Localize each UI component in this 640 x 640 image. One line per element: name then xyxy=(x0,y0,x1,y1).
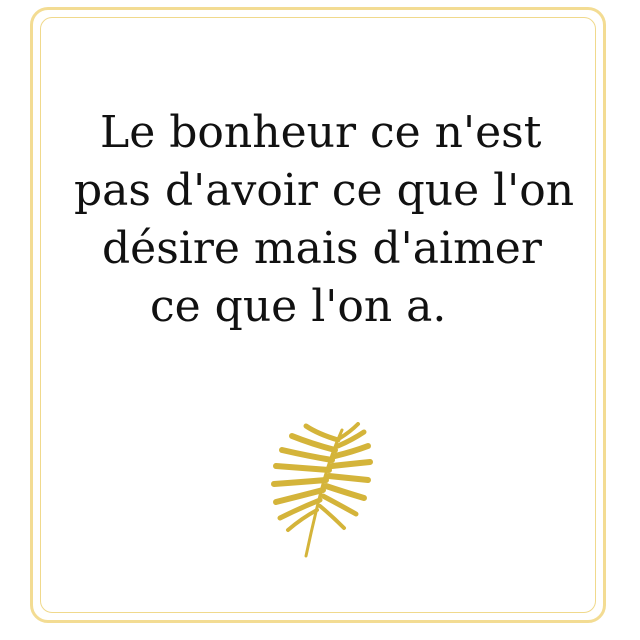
quote-line-3: désire mais d'aimer xyxy=(102,223,542,274)
quote-line-4: ce que l'on a. xyxy=(150,281,447,332)
quote-text: Le bonheur ce n'est pas d'avoir ce que l… xyxy=(0,104,640,336)
palm-leaf-icon xyxy=(271,422,373,558)
quote-line-1: Le bonheur ce n'est xyxy=(100,107,542,158)
quote-line-2: pas d'avoir ce que l'on xyxy=(74,165,575,216)
quote-card: Le bonheur ce n'est pas d'avoir ce que l… xyxy=(0,0,640,640)
